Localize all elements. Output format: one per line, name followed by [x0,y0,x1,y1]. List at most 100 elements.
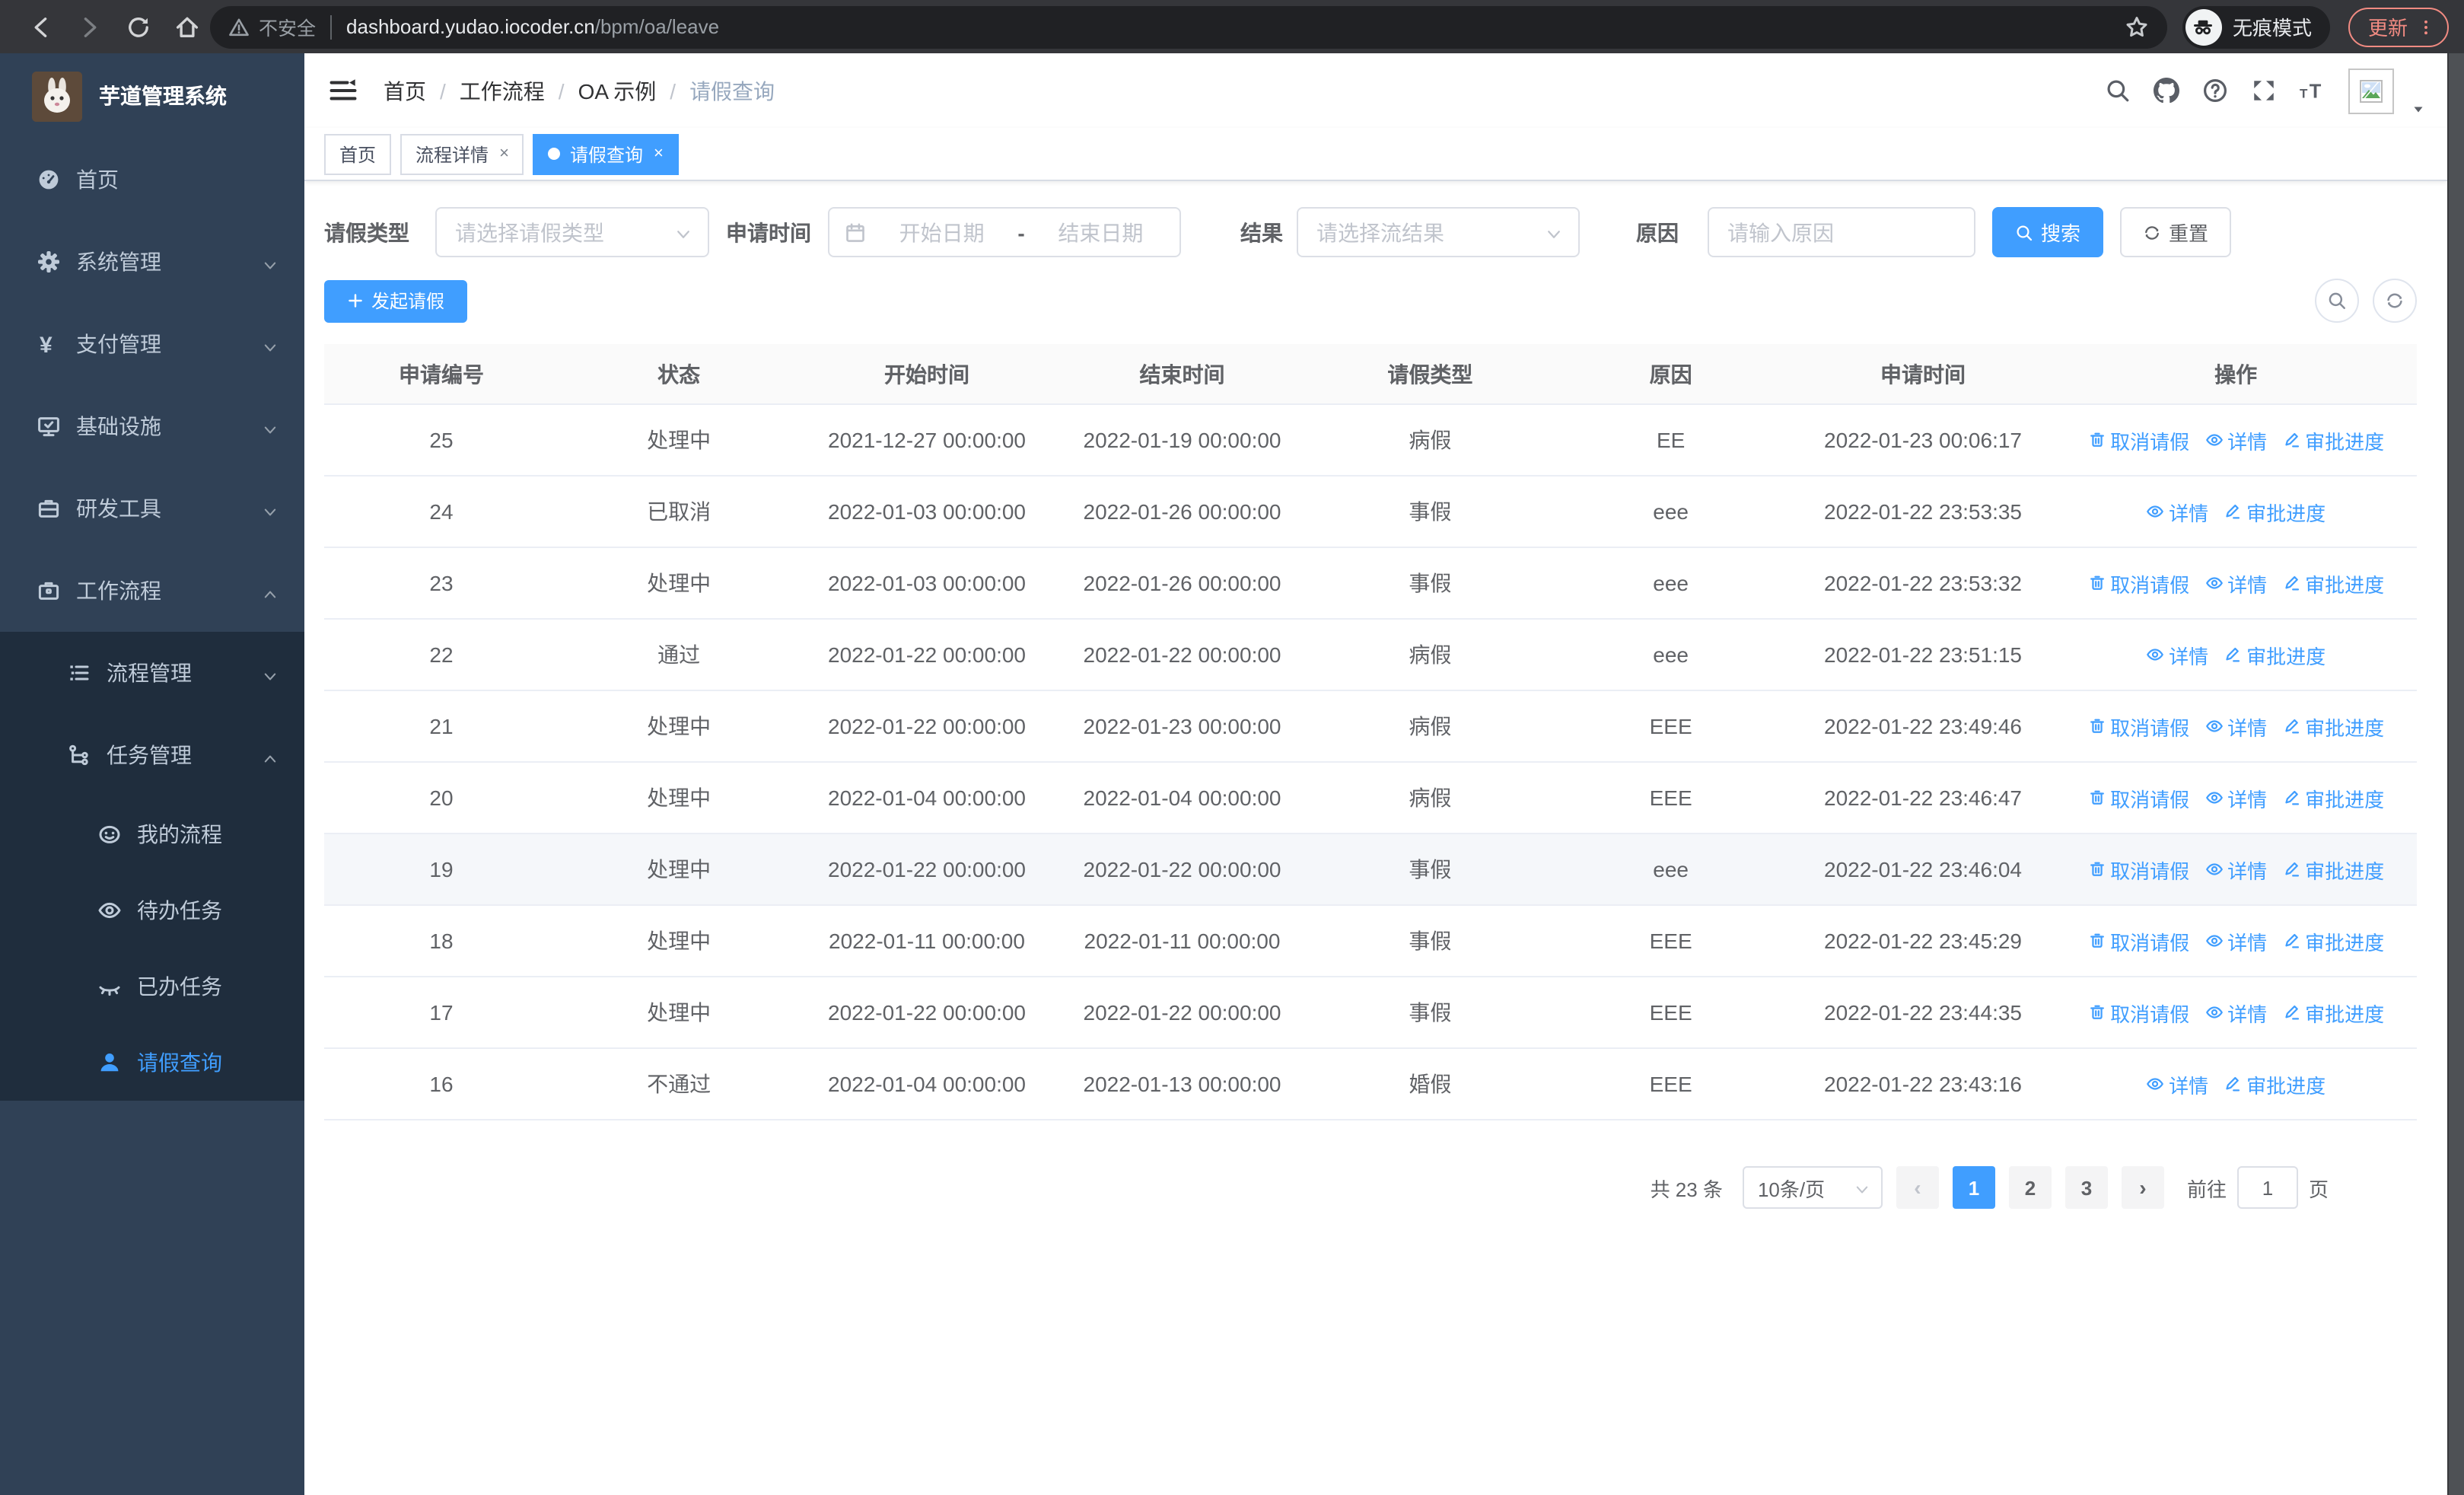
detail-action-link[interactable]: 详情 [2146,1069,2208,1098]
tab-请假查询[interactable]: 请假查询 × [533,133,679,174]
github-icon[interactable] [2154,78,2179,104]
detail-action-link[interactable]: 详情 [2205,783,2267,812]
action-label: 详情 [2227,1003,2268,1025]
sidebar-item-基础设施[interactable]: 基础设施 [0,385,304,467]
bookmark-star-icon[interactable] [2125,14,2149,39]
cancel-action-link[interactable]: 取消请假 [2087,926,2189,955]
progress-action-link[interactable]: 审批进度 [2282,855,2384,884]
user-avatar[interactable] [2348,68,2394,113]
tab-close-icon[interactable]: × [499,145,509,163]
url-host: dashboard.yudao.iocoder.cn [346,15,595,38]
sidebar-collapse-icon[interactable] [329,76,358,105]
plus-icon [347,292,364,309]
pen-icon [2282,574,2300,592]
page-button-2[interactable]: 2 [2008,1166,2052,1209]
detail-action-link[interactable]: 详情 [2146,640,2208,669]
column-header: 原因 [1649,362,1692,386]
breadcrumb-item[interactable]: OA 示例 [578,75,657,106]
fullscreen-icon[interactable] [2251,78,2277,104]
browser-back-icon[interactable] [27,13,55,40]
action-label: 取消请假 [2110,430,2190,453]
sidebar-item-系统管理[interactable]: 系统管理 [0,221,304,303]
progress-action-link[interactable]: 审批进度 [2224,497,2326,526]
detail-action-link[interactable]: 详情 [2205,569,2267,598]
cell-操作: 取消请假 详情 审批进度 [2055,926,2417,955]
sidebar-item-待办任务[interactable]: 待办任务 [0,872,304,948]
progress-action-link[interactable]: 审批进度 [2282,998,2384,1027]
chevron-down-icon [262,500,279,517]
help-icon[interactable] [2202,78,2228,104]
sidebar-item-支付管理[interactable]: ¥ 支付管理 [0,303,304,385]
sidebar-item-已办任务[interactable]: 已办任务 [0,948,304,1025]
browser-menu-dots-icon[interactable] [2417,18,2435,36]
next-page-button[interactable]: › [2121,1166,2164,1209]
cancel-action-link[interactable]: 取消请假 [2087,569,2189,598]
gear-icon [37,250,61,274]
leave-type-select[interactable]: 请选择请假类型 [435,207,709,257]
detail-action-link[interactable]: 详情 [2205,855,2267,884]
cancel-action-link[interactable]: 取消请假 [2087,783,2189,812]
cell-开始时间: 2022-01-22 00:00:00 [828,857,1026,881]
toggle-search-button[interactable] [2315,279,2359,323]
cell-状态: 处理中 [647,857,712,881]
tab-流程详情[interactable]: 流程详情 × [400,133,524,174]
goto-page-input[interactable] [2236,1166,2298,1209]
sidebar-item-请假查询[interactable]: 请假查询 [0,1025,304,1101]
reset-button[interactable]: 重置 [2120,207,2232,257]
detail-action-link[interactable]: 详情 [2205,926,2267,955]
search-button[interactable]: 搜索 [1992,207,2104,257]
tab-close-icon[interactable]: × [654,145,664,163]
avatar-caret-icon[interactable] [2411,95,2426,112]
create-leave-button[interactable]: 发起请假 [324,279,468,322]
browser-reload-icon[interactable] [125,13,152,40]
progress-action-link[interactable]: 审批进度 [2224,640,2326,669]
progress-action-link[interactable]: 审批进度 [2282,926,2384,955]
cancel-action-link[interactable]: 取消请假 [2087,855,2189,884]
result-select[interactable]: 请选择流结果 [1297,207,1580,257]
cell-申请时间: 2022-01-22 23:49:46 [1824,714,2022,738]
breadcrumb-item[interactable]: 首页 [384,75,426,106]
sidebar-item-首页[interactable]: 首页 [0,139,304,221]
page-size-select[interactable]: 10条/页 [1742,1166,1883,1209]
breadcrumb-item[interactable]: 工作流程 [460,75,545,106]
sidebar-item-我的流程[interactable]: 我的流程 [0,796,304,872]
reason-input[interactable] [1727,220,1956,244]
cancel-action-link[interactable]: 取消请假 [2087,712,2189,741]
detail-action-link[interactable]: 详情 [2205,712,2267,741]
detail-action-link[interactable]: 详情 [2146,497,2208,526]
sidebar-item-研发工具[interactable]: 研发工具 [0,467,304,550]
browser-forward-icon[interactable] [76,13,103,40]
page-button-1[interactable]: 1 [1952,1166,1995,1209]
cell-原因: EEE [1649,929,1692,953]
progress-action-link[interactable]: 审批进度 [2282,712,2384,741]
sidebar-logo[interactable]: 芋道管理系统 [0,53,304,139]
header-search-icon[interactable] [2105,78,2131,104]
progress-action-link[interactable]: 审批进度 [2282,783,2384,812]
cell-状态: 处理中 [647,571,712,595]
update-button[interactable]: 更新 [2348,7,2449,46]
cell-请假类型: 病假 [1409,642,1452,667]
tab-首页[interactable]: 首页 [324,133,392,174]
detail-action-link[interactable]: 详情 [2205,998,2267,1027]
font-size-icon[interactable]: TT [2300,78,2326,104]
cancel-action-link[interactable]: 取消请假 [2087,426,2189,454]
sidebar-item-流程管理[interactable]: 流程管理 [0,632,304,714]
pagination: 共 23 条 10条/页 ‹ 123 › 前往 页 [324,1166,2417,1209]
browser-scrollbar[interactable] [2447,53,2464,1495]
progress-action-link[interactable]: 审批进度 [2282,426,2384,454]
progress-action-link[interactable]: 审批进度 [2282,569,2384,598]
prev-page-button[interactable]: ‹ [1896,1166,1939,1209]
refresh-table-button[interactable] [2373,279,2417,323]
sidebar-item-工作流程[interactable]: 工作流程 [0,550,304,632]
progress-action-link[interactable]: 审批进度 [2224,1069,2326,1098]
page-button-3[interactable]: 3 [2064,1166,2108,1209]
sidebar-item-任务管理[interactable]: 任务管理 [0,714,304,796]
cancel-action-link[interactable]: 取消请假 [2087,998,2189,1027]
browser-home-icon[interactable] [173,13,201,40]
cell-开始时间: 2022-01-22 00:00:00 [828,714,1026,738]
address-bar[interactable]: 不安全 dashboard.yudao.iocoder.cn /bpm/oa/l… [210,5,2167,48]
sidebar-item-label: 工作流程 [76,579,161,603]
detail-action-link[interactable]: 详情 [2205,426,2267,454]
eye-icon [97,898,122,923]
apply-time-range-picker[interactable]: 开始日期 - 结束日期 [828,207,1181,257]
